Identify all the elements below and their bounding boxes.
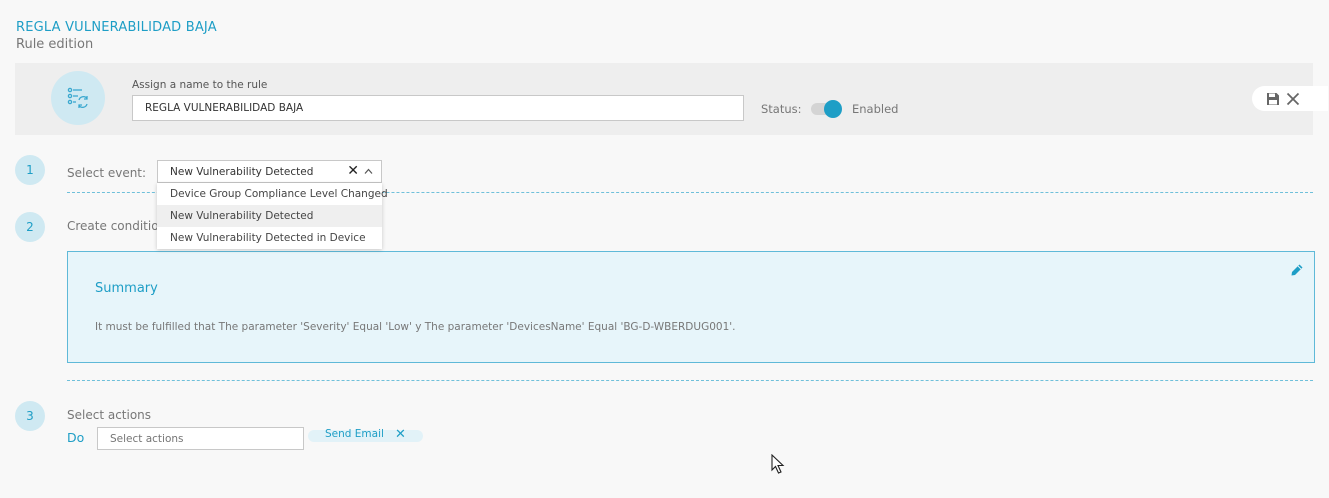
save-icon[interactable] [1266, 92, 1280, 106]
step-3-badge: 3 [15, 401, 45, 431]
clear-icon[interactable]: ✕ [347, 163, 359, 179]
status-value: Enabled [852, 102, 899, 116]
status-label: Status: [761, 102, 802, 116]
edit-actions [1252, 86, 1328, 111]
action-chip: Send Email ✕ [308, 427, 423, 442]
rule-name-label: Assign a name to the rule [132, 79, 268, 91]
step-1-badge: 1 [15, 155, 45, 185]
event-select[interactable]: New Vulnerability Detected ✕ [157, 160, 382, 183]
page-title: REGLA VULNERABILIDAD BAJA [16, 20, 217, 35]
rule-edition-page: REGLA VULNERABILIDAD BAJA Rule edition A… [0, 0, 1329, 498]
dropdown-option-selected[interactable]: New Vulnerability Detected [157, 205, 382, 227]
dropdown-option[interactable]: Device Group Compliance Level Changed [157, 183, 388, 205]
chip-label: Send Email [325, 428, 384, 440]
pencil-icon[interactable] [1290, 262, 1304, 281]
summary-title: Summary [95, 281, 158, 296]
event-select-value: New Vulnerability Detected [170, 165, 314, 178]
select-event-label: Select event: [67, 166, 147, 180]
toggle-knob [824, 100, 842, 118]
rule-header-panel: Assign a name to the rule Status: Enable… [15, 63, 1328, 135]
page-subtitle: Rule edition [16, 37, 94, 52]
chip-remove-icon[interactable]: ✕ [395, 427, 406, 442]
mouse-cursor-icon [771, 453, 785, 478]
chevron-up-icon[interactable] [364, 167, 373, 179]
dropdown-option[interactable]: New Vulnerability Detected in Device [157, 227, 382, 249]
summary-box: Summary It must be fulfilled that The pa… [67, 251, 1315, 363]
status-toggle[interactable] [811, 100, 843, 118]
rule-name-input[interactable] [132, 95, 744, 121]
select-actions-label: Select actions [67, 408, 152, 422]
do-label: Do [67, 430, 85, 445]
event-dropdown: Device Group Compliance Level Changed Ne… [157, 183, 388, 249]
step-2-badge: 2 [15, 212, 45, 242]
divider [67, 380, 1313, 381]
rule-settings-icon [51, 71, 105, 125]
close-icon[interactable] [1286, 92, 1300, 106]
summary-text: It must be fulfilled that The parameter … [95, 321, 736, 333]
select-actions-input[interactable] [97, 427, 304, 450]
